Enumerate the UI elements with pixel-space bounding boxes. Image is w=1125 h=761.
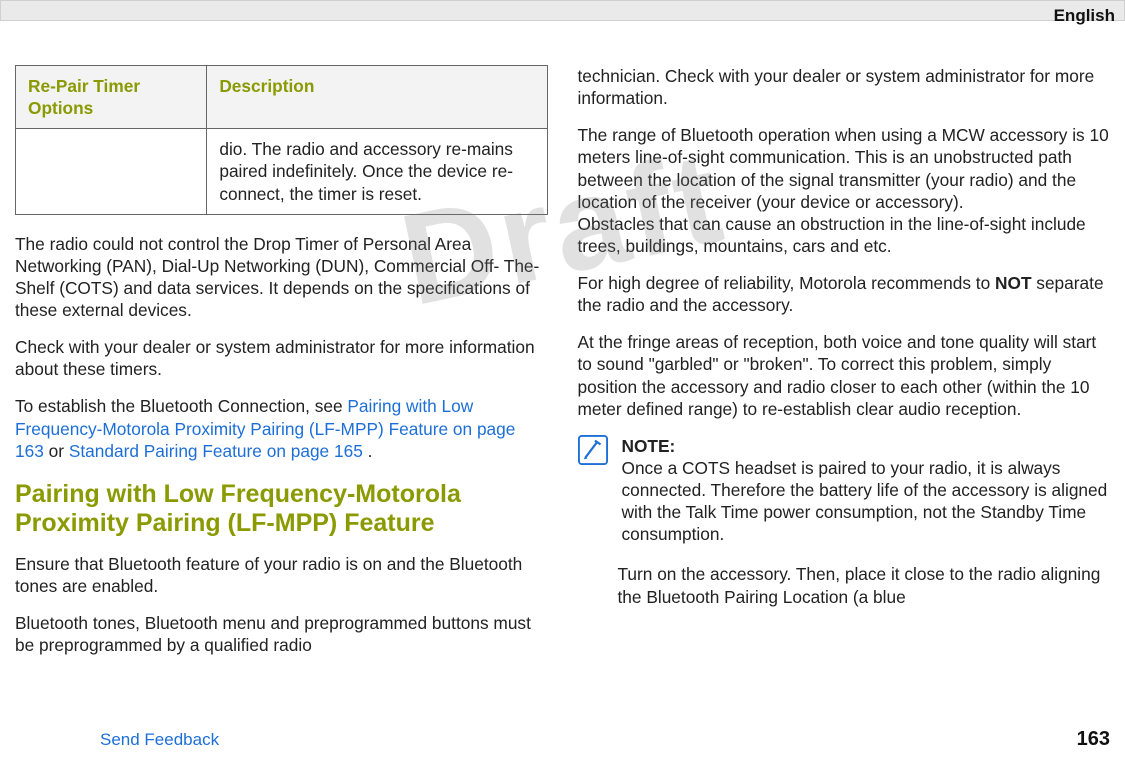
table-cell-description: dio. The radio and accessory re-mains pa… [207,129,547,214]
text-fragment: or [44,441,69,461]
cross-reference-link[interactable]: Standard Pairing Feature on page 165 [69,441,368,461]
note-label: NOTE: [622,436,676,456]
right-column: technician. Check with your dealer or sy… [578,65,1111,656]
page-number: 163 [1077,728,1110,751]
text-fragment: . [368,441,373,461]
text-fragment: To establish the Bluetooth Connection, s… [15,396,347,416]
note-block: NOTE: Once a COTS headset is paired to y… [578,435,1111,546]
table-cell-option [16,129,207,214]
text-fragment: Obstacles that can cause an obstruction … [578,214,1086,256]
body-paragraph: Check with your dealer or system adminis… [15,336,548,380]
text-fragment: For high degree of reliability, Motorola… [578,273,996,293]
note-text: Once a COTS headset is paired to your ra… [622,458,1108,544]
body-paragraph: To establish the Bluetooth Connection, s… [15,395,548,461]
top-title-bar [0,0,1125,21]
emphasis-bold: NOT [995,273,1031,293]
send-feedback-link[interactable]: Send Feedback [100,730,219,750]
page-content: Re-Pair Timer Options Description dio. T… [0,21,1125,656]
body-paragraph: Bluetooth tones, Bluetooth menu and prep… [15,612,548,656]
section-heading: Pairing with Low Frequency-Motorola Prox… [15,480,548,539]
table-header-col2: Description [207,66,547,129]
body-paragraph: The range of Bluetooth operation when us… [578,124,1111,257]
body-paragraph: technician. Check with your dealer or sy… [578,65,1111,109]
text-fragment: The range of Bluetooth operation when us… [578,125,1109,211]
page-footer: Send Feedback 163 [15,728,1110,751]
body-paragraph: The radio could not control the Drop Tim… [15,233,548,322]
body-paragraph: Ensure that Bluetooth feature of your ra… [15,553,548,597]
table-header-row: Re-Pair Timer Options Description [16,66,548,129]
note-body: NOTE: Once a COTS headset is paired to y… [622,435,1111,546]
repair-timer-table: Re-Pair Timer Options Description dio. T… [15,65,548,215]
table-header-col1: Re-Pair Timer Options [16,66,207,129]
left-column: Re-Pair Timer Options Description dio. T… [15,65,548,656]
table-row: dio. The radio and accessory re-mains pa… [16,129,548,214]
body-paragraph: At the fringe areas of reception, both v… [578,331,1111,420]
note-icon [578,435,610,546]
procedure-step: Turn on the accessory. Then, place it cl… [618,563,1111,607]
body-paragraph: For high degree of reliability, Motorola… [578,272,1111,316]
